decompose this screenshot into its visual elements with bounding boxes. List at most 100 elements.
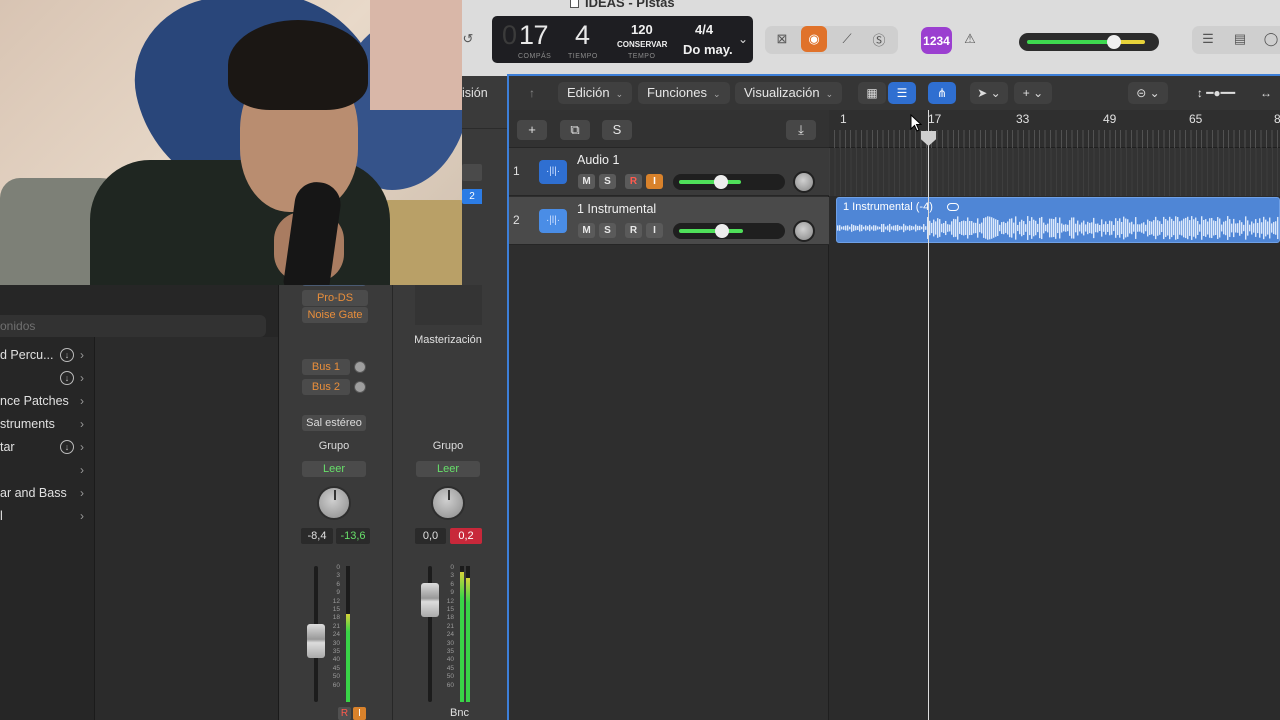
track-volume-slider[interactable]	[673, 174, 785, 190]
metronome-icon[interactable]: ⚠	[957, 26, 983, 52]
waveform-bar	[941, 223, 943, 233]
secondary-tool-icon[interactable]: + ⌄	[1014, 82, 1052, 104]
solo-mode-icon[interactable]: Ⓢ	[866, 26, 892, 52]
track-name[interactable]: Audio 1	[577, 153, 619, 167]
output-slot[interactable]: Sal estéreo	[302, 415, 366, 431]
edit-menu[interactable]: Edición ⌄	[558, 82, 633, 104]
waveform-bar	[1005, 223, 1007, 233]
waveform-bar	[1007, 221, 1009, 235]
autopunch-icon[interactable]: ◉	[801, 26, 827, 52]
catch-playhead-icon[interactable]: ⋔	[928, 82, 956, 104]
view-menu[interactable]: Visualización ⌄	[735, 82, 843, 104]
playhead[interactable]	[928, 110, 929, 720]
horizontal-zoom-icon[interactable]: ↔	[1252, 82, 1280, 104]
waveform-bar	[1075, 223, 1077, 233]
pan-knob[interactable]	[317, 486, 351, 520]
chevron-down-icon[interactable]: ⌄	[738, 32, 748, 46]
plugin-slot[interactable]: Pro-DS	[302, 290, 368, 306]
library-item[interactable]: struments ›	[0, 413, 94, 435]
input-monitor-button[interactable]: I	[353, 707, 366, 720]
audio-region[interactable]: 1 Instrumental (-4)	[836, 197, 1280, 243]
loop-icon	[947, 203, 959, 211]
waveform-bar	[1127, 219, 1129, 237]
track-lane-1[interactable]	[829, 148, 1280, 196]
track-volume-knob[interactable]	[715, 224, 729, 238]
library-search-input[interactable]: onidos	[0, 315, 266, 337]
replace-icon[interactable]: ⟋	[834, 26, 860, 52]
global-solo-button[interactable]: S	[602, 120, 632, 140]
waveform-bar	[1257, 222, 1259, 234]
pointer-tool-icon[interactable]: ➤ ⌄	[970, 82, 1008, 104]
library-item[interactable]: d Percu... ↓ ›	[0, 344, 94, 366]
list-editors-icon[interactable]: ☰	[1195, 26, 1221, 52]
pan-knob[interactable]	[431, 486, 465, 520]
lcd-display[interactable]: 0 17 4 COMPÁS TIEMPO 120 CONSERVAR TEMPO…	[492, 16, 753, 63]
download-icon[interactable]: ↓	[60, 371, 74, 385]
automation-mode-button[interactable]: Leer	[302, 461, 366, 477]
send-slot[interactable]: Bus 1	[302, 359, 350, 375]
library-item[interactable]: ar and Bass ›	[0, 482, 94, 504]
master-volume-knob[interactable]	[1107, 35, 1121, 49]
track-header[interactable]: 2 ·|l|· 1 Instrumental M S R I	[509, 197, 829, 245]
track-pan-knob[interactable]	[793, 171, 815, 193]
low-latency-icon[interactable]: ⊠	[769, 26, 795, 52]
count-in-button[interactable]: 1234	[921, 27, 952, 54]
waveform-bar	[1157, 220, 1159, 236]
mute-button[interactable]: M	[578, 174, 595, 189]
bounce-button[interactable]: Bnc	[450, 707, 469, 719]
library-detail-column	[94, 337, 278, 720]
input-monitor-button[interactable]: I	[646, 174, 663, 189]
back-arrow-icon[interactable]: ↑	[518, 82, 546, 104]
track-volume-slider[interactable]	[673, 223, 785, 239]
library-item[interactable]: l ›	[0, 505, 94, 527]
library-item[interactable]: ›	[0, 459, 94, 481]
send-knob[interactable]	[354, 381, 366, 393]
add-track-button[interactable]: +	[517, 120, 547, 140]
record-enable-button[interactable]: R	[625, 223, 642, 238]
waveform-zoom-icon[interactable]: ⊝ ⌄	[1128, 82, 1168, 104]
send-slot[interactable]: Bus 2	[302, 379, 350, 395]
volume-value[interactable]: 0,0	[415, 528, 446, 544]
duplicate-track-button[interactable]: ⧉	[560, 120, 590, 140]
mute-button[interactable]: M	[578, 223, 595, 238]
volume-value[interactable]: -8,4	[301, 528, 333, 544]
group-slot[interactable]: Grupo	[416, 440, 480, 452]
vertical-zoom-slider[interactable]: ↕ ━●━━	[1176, 82, 1256, 104]
waveform-bar	[865, 225, 867, 231]
download-icon[interactable]: ↓	[60, 440, 74, 454]
download-icon[interactable]: ↓	[60, 348, 74, 362]
channel-number-badge[interactable]: 2	[462, 189, 482, 204]
track-name[interactable]: 1 Instrumental	[577, 202, 656, 216]
waveform-bar	[995, 219, 997, 237]
library-item[interactable]: tar ↓ ›	[0, 436, 94, 458]
track-pan-knob[interactable]	[793, 220, 815, 242]
plugin-slot[interactable]: Noise Gate	[302, 307, 368, 323]
input-monitor-button[interactable]: I	[646, 223, 663, 238]
grid-view-icon[interactable]: ▦	[858, 82, 886, 104]
solo-button[interactable]: S	[599, 174, 616, 189]
waveform-bar	[1129, 222, 1131, 234]
volume-fader[interactable]	[307, 624, 325, 658]
waveform-bar	[889, 223, 891, 233]
waveform-bar	[963, 220, 965, 236]
master-volume-slider[interactable]	[1019, 33, 1159, 51]
automation-mode-button[interactable]: Leer	[416, 461, 480, 477]
functions-menu[interactable]: Funciones ⌄	[638, 82, 730, 104]
record-enable-button[interactable]: R	[625, 174, 642, 189]
track-header[interactable]: 1 ·|l|· Audio 1 M S R I	[509, 148, 829, 196]
send-knob[interactable]	[354, 361, 366, 373]
waveform-bar	[983, 218, 985, 238]
waveform-bar	[843, 226, 845, 230]
track-alternatives-icon[interactable]: ⤓	[786, 120, 816, 140]
library-item[interactable]: nce Patches ›	[0, 390, 94, 412]
loop-browser-icon[interactable]: ◯	[1258, 26, 1280, 52]
group-slot[interactable]: Grupo	[302, 440, 366, 452]
record-enable-button[interactable]: R	[338, 707, 351, 720]
volume-fader[interactable]	[421, 583, 439, 617]
notes-icon[interactable]: ▤	[1227, 26, 1253, 52]
track-view-icon[interactable]: ☰	[888, 82, 916, 104]
library-item[interactable]: ↓ ›	[0, 367, 94, 389]
inspector-slot[interactable]	[462, 164, 482, 181]
track-volume-knob[interactable]	[714, 175, 728, 189]
solo-button[interactable]: S	[599, 223, 616, 238]
